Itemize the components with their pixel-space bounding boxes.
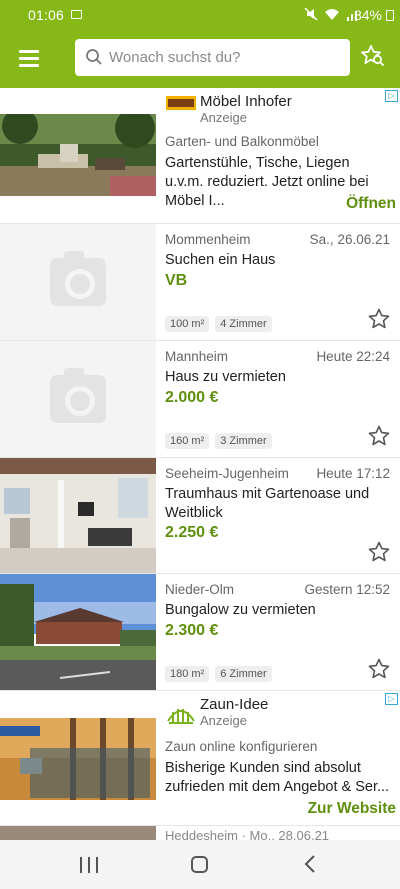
listing-location: Mannheim — [165, 349, 229, 364]
battery-percent: 84% — [353, 7, 382, 23]
ad-card[interactable]: ▷ Möbel Inhofer Anzeige Garten- und Balk… — [0, 88, 400, 224]
listing-tags: 100 m² 4 Zimmer — [165, 316, 272, 332]
listing-image — [0, 458, 156, 573]
listing-peek-text: Heddesheim · Mo., 28.06.21 — [165, 828, 330, 840]
listing-image — [0, 574, 156, 690]
tag-area: 100 m² — [165, 316, 210, 332]
next-listing-peek[interactable]: Heddesheim · Mo., 28.06.21 — [0, 826, 400, 840]
listing-price: 2.300 € — [165, 622, 219, 639]
recent-apps-button[interactable] — [80, 857, 98, 873]
search-bar[interactable]: Wonach suchst du? — [75, 39, 350, 76]
wifi-icon — [325, 8, 339, 20]
brand-logo — [166, 96, 196, 110]
listing-row[interactable]: Mannheim Haus zu vermieten 2.000 € Heute… — [0, 341, 400, 458]
adchoices-icon[interactable]: ▷ — [385, 90, 398, 102]
ad-website-button[interactable]: Zur Website — [308, 800, 396, 818]
star-icon[interactable] — [368, 541, 390, 562]
listing-title: Haus zu vermieten — [165, 369, 286, 385]
star-icon[interactable] — [368, 658, 390, 679]
listing-price: VB — [165, 272, 188, 289]
listing-location: Mommenheim — [165, 232, 251, 247]
listing-image-placeholder — [0, 341, 156, 457]
adchoices-icon[interactable]: ▷ — [385, 693, 398, 705]
ad-brand: Zaun-Idee — [200, 696, 269, 713]
ad-card[interactable]: ▷ Zaun-Idee Anzeige Zaun online konfigur… — [0, 691, 400, 826]
listing-title: Traumhaus mit Gartenoase und Weitblick — [165, 486, 370, 521]
tag-area: 160 m² — [165, 433, 210, 449]
camera-placeholder-icon — [50, 368, 106, 423]
tag-rooms: 6 Zimmer — [215, 666, 272, 682]
mute-icon — [304, 7, 318, 21]
results-list: ▷ Möbel Inhofer Anzeige Garten- und Balk… — [0, 88, 400, 826]
listing-row[interactable]: Seeheim-Jugenheim Traumhaus mit Gartenoa… — [0, 458, 400, 574]
tag-rooms: 4 Zimmer — [215, 316, 272, 332]
ad-image — [0, 718, 156, 800]
tag-area: 180 m² — [165, 666, 210, 682]
listing-title: Suchen ein Haus — [165, 252, 276, 268]
ad-category: Garten- und Balkonmöbel — [165, 134, 319, 149]
status-bar: 01:06 84% — [0, 0, 400, 30]
ad-label: Anzeige — [200, 110, 247, 125]
listing-row[interactable]: Mommenheim Suchen ein Haus VB Sa., 26.06… — [0, 224, 400, 341]
listing-tags: 180 m² 6 Zimmer — [165, 666, 272, 682]
home-button[interactable] — [191, 856, 208, 873]
listing-location: Nieder-Olm — [165, 582, 235, 597]
listing-date: Heute 22:24 — [316, 349, 390, 364]
brand-logo — [167, 709, 195, 724]
listing-image — [0, 826, 156, 840]
listing-date: Gestern 12:52 — [304, 582, 390, 597]
battery-icon — [386, 10, 394, 21]
clock: 01:06 — [28, 7, 65, 23]
app-bar: Wonach suchst du? — [0, 30, 400, 88]
ad-brand: Möbel Inhofer — [200, 93, 292, 110]
listing-image-placeholder — [0, 224, 156, 340]
star-icon[interactable] — [368, 425, 390, 446]
gallery-notification-icon — [71, 10, 82, 19]
listing-row[interactable]: Nieder-Olm Bungalow zu vermieten 2.300 €… — [0, 574, 400, 691]
listing-date: Sa., 26.06.21 — [309, 232, 390, 247]
tag-rooms: 3 Zimmer — [215, 433, 272, 449]
listing-price: 2.250 € — [165, 524, 219, 541]
ad-image — [0, 114, 156, 196]
back-button[interactable] — [304, 855, 316, 873]
listing-date: Heute 17:12 — [316, 466, 390, 481]
listing-tags: 160 m² 3 Zimmer — [165, 433, 272, 449]
star-icon[interactable] — [368, 308, 390, 329]
listing-location: Seeheim-Jugenheim — [165, 466, 289, 481]
search-placeholder: Wonach suchst du? — [109, 49, 241, 66]
ad-label: Anzeige — [200, 713, 247, 728]
camera-placeholder-icon — [50, 251, 106, 306]
menu-icon[interactable] — [19, 50, 39, 67]
listing-title: Bungalow zu vermieten — [165, 602, 316, 618]
saved-search-icon[interactable] — [360, 44, 386, 68]
listing-price: 2.000 € — [165, 389, 219, 406]
ad-open-button[interactable]: Öffnen — [346, 195, 396, 213]
ad-category: Zaun online konfigurieren — [165, 739, 318, 754]
system-nav-bar — [0, 840, 400, 889]
search-icon — [86, 49, 102, 65]
ad-description: Bisherige Kunden sind absolut zufrieden … — [165, 760, 390, 795]
